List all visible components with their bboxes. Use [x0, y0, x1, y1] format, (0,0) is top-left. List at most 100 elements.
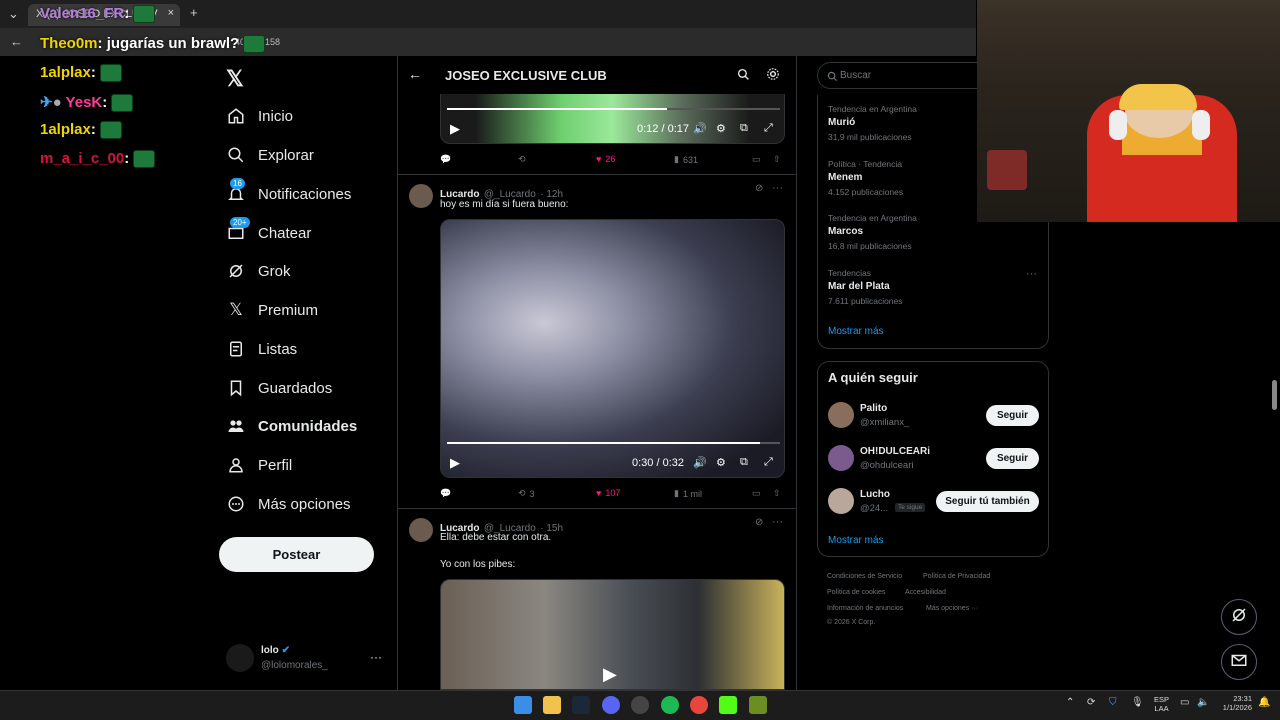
video-player[interactable]: ▶ [440, 579, 785, 690]
fullscreen-icon[interactable]: ⤢ [764, 456, 773, 469]
bookmark-icon[interactable]: ▭ [752, 154, 761, 165]
nav-item-chatear[interactable]: 20+ Chatear [226, 217, 311, 247]
nav-item-comunidades[interactable]: Comunidades [226, 412, 357, 440]
retweet-button[interactable]: ⟲ 3 [518, 488, 535, 499]
user-name[interactable]: OH!DULCEARi [860, 446, 930, 457]
video-progress[interactable] [447, 108, 667, 110]
footer-link[interactable]: Política de cookies [827, 589, 885, 596]
nav-item-mas-opciones[interactable]: Más opciones [226, 490, 351, 518]
show-more-link[interactable]: Mostrar más [828, 535, 884, 546]
grok-icon[interactable]: ⊘ [755, 183, 763, 194]
avatar[interactable] [828, 402, 854, 428]
back-icon[interactable]: ← [10, 34, 23, 49]
grok-icon[interactable]: ⊘ [755, 517, 763, 528]
kick-icon[interactable] [719, 696, 737, 714]
language-indicator[interactable]: ESP LAA [1154, 695, 1169, 713]
avatar[interactable] [409, 518, 433, 542]
more-icon[interactable]: ··· [1026, 268, 1037, 280]
reply-icon[interactable]: 💬 [440, 488, 451, 499]
new-tab-icon[interactable]: + [190, 5, 198, 20]
nav-item-premium[interactable]: 𝕏 Premium [226, 296, 318, 324]
pip-icon[interactable]: ⧉ [740, 456, 748, 469]
trend-item[interactable]: Tendencia en Argentina Marcos 16,8 mil p… [828, 213, 917, 251]
settings-icon[interactable]: ⚙ [716, 456, 726, 469]
nav-item-listas[interactable]: Listas [226, 335, 297, 363]
volume-icon[interactable]: 🔊 [693, 122, 707, 135]
nav-item-inicio[interactable]: Inicio [226, 102, 293, 130]
nav-item-grok[interactable]: Grok [226, 257, 291, 285]
steam-icon[interactable] [572, 696, 590, 714]
obs-icon[interactable] [631, 696, 649, 714]
follow-button[interactable]: Seguir [986, 448, 1039, 469]
windows-start-icon[interactable] [514, 696, 532, 714]
nav-item-perfil[interactable]: Perfil [226, 451, 292, 479]
trend-item[interactable]: Tendencias Mar del Plata 7.611 publicaci… [828, 268, 903, 306]
grok-float-button[interactable] [1221, 599, 1257, 635]
back-arrow-icon[interactable]: ← [408, 66, 422, 82]
share-icon[interactable]: ⇧ [773, 154, 781, 165]
chrome-icon[interactable] [690, 696, 708, 714]
views-button[interactable]: ▮ 631 [674, 154, 698, 165]
chevron-up-icon[interactable]: ⌃ [1066, 697, 1074, 708]
scrollbar-thumb[interactable] [1272, 380, 1277, 410]
close-tab-icon[interactable]: × [168, 7, 174, 19]
show-more-link[interactable]: Mostrar más [828, 326, 884, 337]
mic-icon[interactable]: 🎙 [1131, 697, 1144, 708]
trend-item[interactable]: Tendencia en Argentina Murió 31,9 mil pu… [828, 104, 917, 142]
avatar[interactable] [828, 445, 854, 471]
network-icon[interactable]: ▭ [1180, 697, 1189, 708]
tab-list-icon[interactable]: ⌄ [8, 6, 19, 22]
play-icon[interactable]: ▶ [450, 455, 460, 471]
views-button[interactable]: ▮ 1 mil [674, 488, 702, 499]
play-icon[interactable]: ▶ [603, 664, 617, 685]
trend-item[interactable]: Política · Tendencia Menem 4.152 publica… [828, 159, 903, 197]
footer-link[interactable]: Condiciones de Servicio [827, 573, 902, 580]
post-button[interactable]: Postear [219, 537, 374, 572]
messages-float-button[interactable] [1221, 644, 1257, 680]
more-icon[interactable]: ··· [772, 182, 783, 194]
nav-item-explorar[interactable]: Explorar [226, 141, 314, 169]
like-button[interactable]: ♥ 107 [596, 488, 620, 498]
avatar[interactable] [226, 644, 254, 672]
spotify-icon[interactable] [661, 696, 679, 714]
shield-icon[interactable]: ⛉ [1109, 697, 1117, 708]
search-icon[interactable] [737, 68, 750, 86]
follow-button[interactable]: Seguir [986, 405, 1039, 426]
avatar[interactable] [409, 184, 433, 208]
play-icon[interactable]: ▶ [450, 121, 460, 137]
file-explorer-icon[interactable] [543, 696, 561, 714]
fullscreen-icon[interactable]: ⤢ [764, 122, 773, 135]
volume-icon[interactable]: 🔊 [693, 456, 707, 469]
account-more-icon[interactable]: ··· [370, 650, 382, 664]
reply-icon[interactable]: 💬 [440, 154, 451, 165]
x-logo-icon[interactable]: 𝕏 [226, 66, 244, 92]
retweet-icon[interactable]: ⟲ [518, 154, 526, 165]
video-player[interactable]: ▶ 0:30 / 0:32 🔊 ⚙ ⧉ ⤢ [440, 219, 785, 478]
footer-link[interactable]: Información de anuncios [827, 605, 903, 612]
volume-icon[interactable]: 🔈 [1197, 697, 1209, 708]
bookmark-icon[interactable]: ▭ [752, 488, 761, 499]
footer-link[interactable]: Accesibilidad [905, 589, 946, 596]
share-icon[interactable]: ⇧ [773, 488, 781, 499]
gear-icon[interactable] [766, 67, 780, 86]
notification-bell-icon[interactable]: 🔔 [1258, 697, 1270, 708]
more-icon[interactable]: ··· [772, 516, 783, 528]
footer-link[interactable]: Más opciones ··· [926, 605, 978, 612]
discord-icon[interactable] [602, 696, 620, 714]
sync-icon[interactable]: ⟳ [1087, 697, 1095, 708]
app-icon[interactable] [749, 696, 767, 714]
user-name[interactable]: Palito [860, 403, 887, 414]
avatar[interactable] [828, 488, 854, 514]
nav-item-guardados[interactable]: Guardados [226, 374, 332, 402]
footer-link[interactable]: Política de Privacidad [923, 573, 990, 580]
follow-back-button[interactable]: Seguir tú también [936, 491, 1039, 512]
settings-icon[interactable]: ⚙ [716, 122, 726, 135]
video-player[interactable]: ▶ 0:12 / 0:17 🔊 ⚙ ⧉ ⤢ [440, 94, 785, 144]
clock[interactable]: 23:31 1/1/2026 [1216, 694, 1252, 712]
search-input[interactable]: Buscar [817, 62, 987, 89]
nav-item-notificaciones[interactable]: 16 Notificaciones [226, 178, 351, 208]
pip-icon[interactable]: ⧉ [740, 122, 748, 135]
user-name[interactable]: Lucho [860, 489, 890, 500]
video-progress[interactable] [447, 442, 761, 444]
like-button[interactable]: ♥ 26 [596, 154, 615, 164]
